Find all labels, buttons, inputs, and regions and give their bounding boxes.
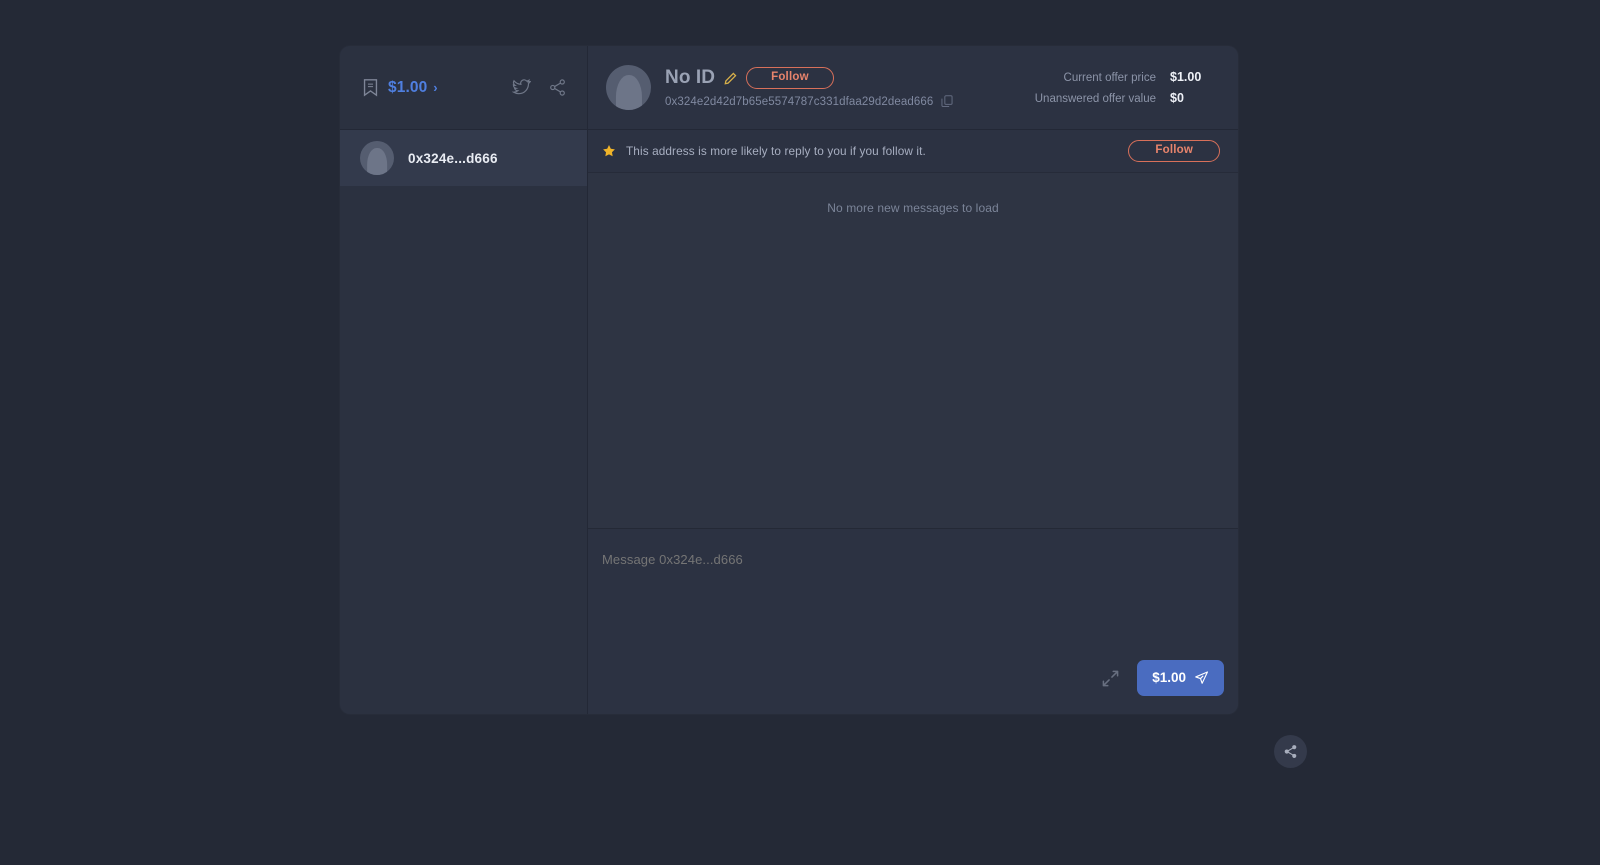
sidebar-header: $1.00 › — [340, 46, 587, 130]
offer-row: Current offer price $1.00 — [1035, 70, 1216, 84]
follow-button-header[interactable]: Follow — [746, 66, 834, 90]
message-composer: $1.00 — [588, 528, 1238, 714]
list-item[interactable]: 0x324e...d666 — [340, 130, 587, 186]
avatar — [606, 65, 651, 110]
notice-text: This address is more likely to reply to … — [626, 144, 926, 158]
floating-share-button[interactable] — [1274, 735, 1307, 768]
twitter-icon[interactable] — [512, 78, 531, 97]
offer-row: Unanswered offer value $0 — [1035, 91, 1216, 105]
empty-state-text: No more new messages to load — [827, 201, 999, 215]
composer-actions: $1.00 — [1102, 660, 1224, 696]
chevron-right-icon: › — [433, 80, 438, 95]
offer-label: Unanswered offer value — [1034, 93, 1156, 105]
avatar — [360, 141, 394, 175]
sidebar: $1.00 › 0x324e...d666 — [340, 46, 588, 714]
share-icon — [1284, 745, 1297, 758]
page-title: No ID — [665, 67, 716, 88]
send-icon — [1194, 670, 1209, 685]
conversation-list[interactable]: 0x324e...d666 — [340, 130, 587, 714]
wallet-address: 0x324e2d42d7b65e5574787c331dfaa29d2dead6… — [665, 95, 934, 108]
sidebar-price-label: $1.00 — [388, 78, 428, 96]
offer-value: $0 — [1170, 91, 1184, 105]
sidebar-price-button[interactable]: $1.00 › — [388, 79, 438, 97]
conversation-name: 0x324e...d666 — [408, 150, 498, 166]
app-window: $1.00 › 0x324e...d666 No ID Follow 0x324… — [340, 46, 1238, 714]
sidebar-price-group: $1.00 › — [362, 78, 438, 97]
offer-label: Current offer price — [1063, 72, 1156, 84]
follow-button-notice[interactable]: Follow — [1128, 139, 1220, 163]
share-icon[interactable] — [548, 78, 567, 97]
offer-value: $1.00 — [1170, 70, 1202, 84]
chat-header: No ID Follow 0x324e2d42d7b65e5574787c331… — [588, 46, 1238, 130]
send-amount-label: $1.00 — [1152, 669, 1186, 685]
message-list: No more new messages to load — [588, 173, 1238, 528]
offer-summary: Current offer price $1.00 Unanswered off… — [1035, 70, 1218, 105]
expand-icon[interactable] — [1102, 670, 1119, 687]
follow-notice-bar: This address is more likely to reply to … — [588, 130, 1238, 173]
bookmark-icon[interactable] — [362, 78, 379, 97]
send-button[interactable]: $1.00 — [1137, 660, 1224, 696]
chat-identity: No ID Follow 0x324e2d42d7b65e5574787c331… — [665, 66, 953, 109]
sidebar-header-actions — [512, 78, 567, 97]
pencil-icon[interactable] — [724, 72, 737, 85]
star-icon — [602, 144, 616, 158]
message-input[interactable] — [602, 552, 1218, 567]
main-panel: No ID Follow 0x324e2d42d7b65e5574787c331… — [588, 46, 1238, 714]
copy-icon[interactable] — [941, 95, 953, 108]
